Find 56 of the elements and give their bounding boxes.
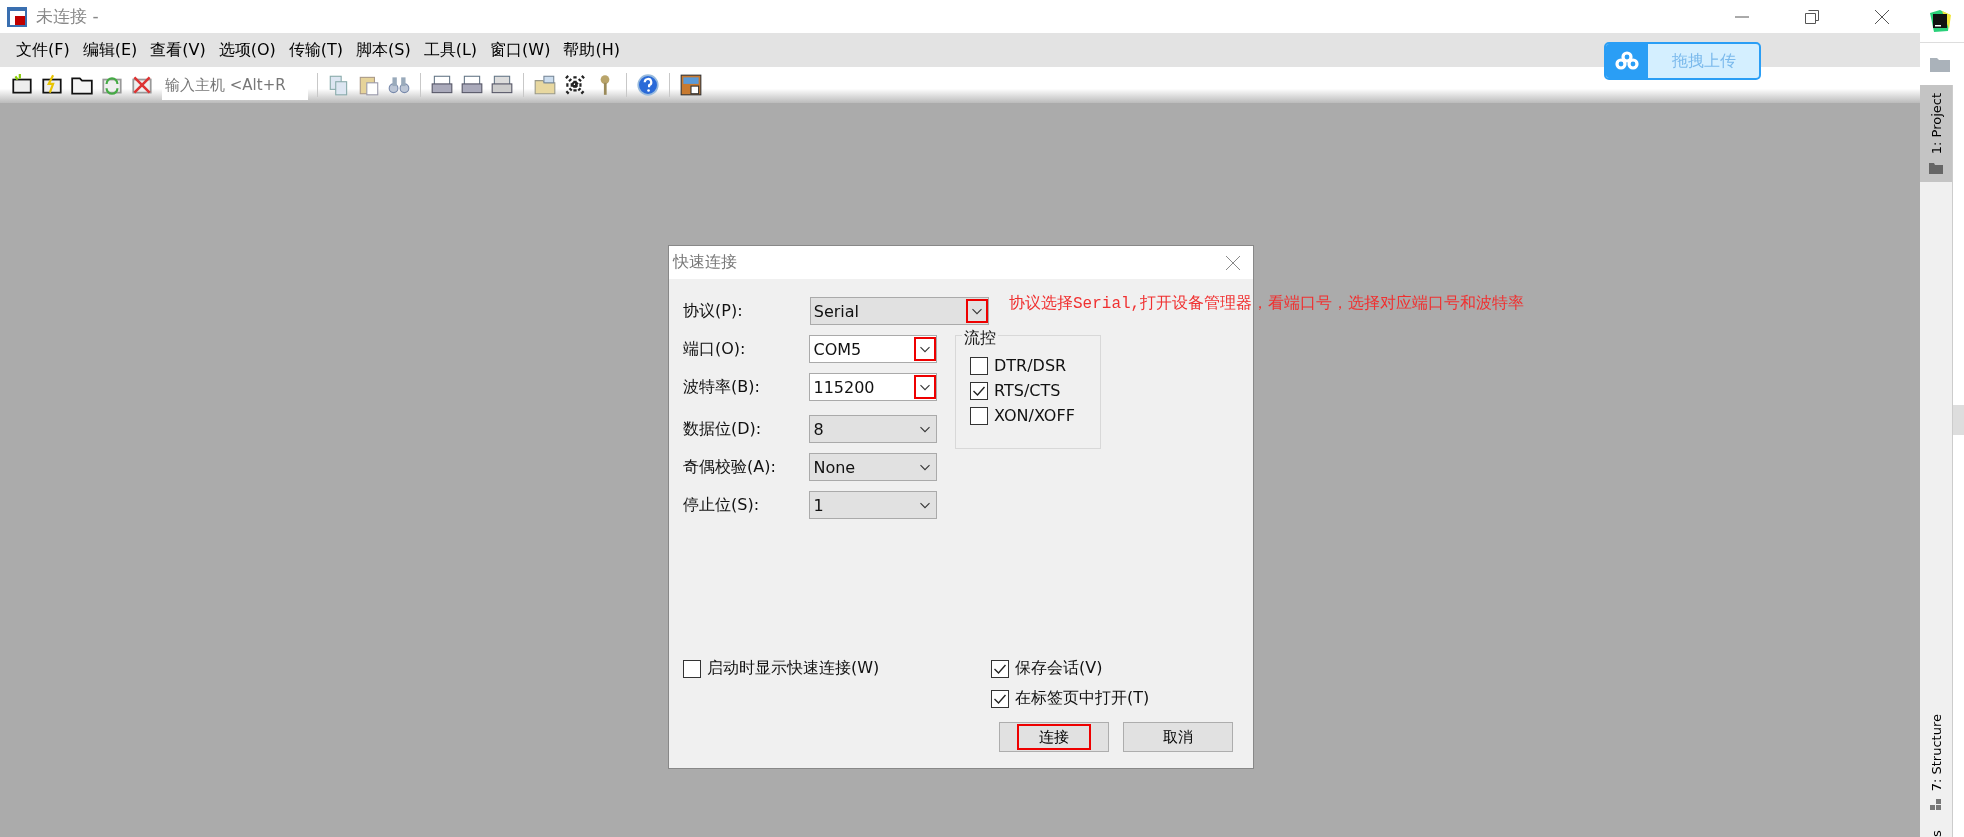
cloud-icon	[1615, 51, 1639, 71]
checkbox-label: XON/XOFF	[994, 406, 1075, 425]
side-tab[interactable]: 7: Structure	[1920, 705, 1952, 819]
checkbox[interactable]	[970, 381, 988, 400]
menu-item[interactable]: 选项(O)	[216, 39, 282, 61]
checkbox[interactable]	[970, 406, 988, 425]
side-tab[interactable]: 1: Project	[1920, 85, 1952, 183]
checkbox-label: 启动时显示快速连接(W)	[707, 658, 880, 679]
folder-icon	[1929, 162, 1943, 175]
close-icon[interactable]	[1225, 254, 1241, 271]
dropdown-field[interactable]: 8	[809, 415, 937, 443]
app-logo-icon[interactable]	[1928, 9, 1952, 33]
annotation-text: 协议选择Serial,打开设备管理器，看端口号，选择对应端口号和波特率	[1009, 293, 1525, 314]
dropdown-field[interactable]: 1	[809, 491, 937, 519]
dropdown-field[interactable]: None	[809, 453, 937, 481]
field-label: 协议(P):	[683, 300, 744, 322]
dialog-button[interactable]: 取消	[1123, 722, 1233, 752]
side-tab[interactable]: s	[1928, 823, 1944, 837]
chevron-icon[interactable]	[914, 375, 936, 399]
group-title: 流控	[962, 328, 998, 349]
menu-item[interactable]: 传输(T)	[286, 39, 350, 61]
menu-item[interactable]: 帮助(H)	[561, 39, 626, 61]
menu-item[interactable]: 脚本(S)	[354, 39, 417, 61]
chevron-icon[interactable]	[914, 337, 936, 361]
checkbox-label: 保存会话(V)	[1015, 658, 1103, 679]
field-label: 停止位(S):	[683, 494, 761, 516]
menu-item[interactable]: 窗口(W)	[488, 39, 557, 61]
checkbox[interactable]	[991, 659, 1009, 678]
checkbox-label: DTR/DSR	[994, 356, 1067, 375]
field-label: 波特率(B):	[683, 376, 761, 398]
dropdown-field[interactable]: 115200	[809, 373, 937, 401]
lightning-icon[interactable]	[40, 73, 64, 97]
chevron-icon[interactable]	[966, 299, 988, 323]
menu-item[interactable]: 编辑(E)	[80, 39, 144, 61]
dropdown-field[interactable]: Serial	[809, 297, 989, 325]
app-icon	[6, 5, 28, 28]
dropdown-field[interactable]: COM5	[809, 335, 937, 363]
checkbox[interactable]	[970, 356, 988, 375]
scroll-thumb[interactable]	[1953, 405, 1964, 435]
checkbox-label: RTS/CTS	[994, 381, 1061, 400]
field-label: 数据位(D):	[683, 418, 763, 440]
window-title: 未连接 -	[36, 5, 99, 28]
checkbox[interactable]	[991, 689, 1009, 708]
menu-item[interactable]: 查看(V)	[148, 39, 212, 61]
dialog-title: 快速连接	[673, 252, 737, 273]
structure-icon	[1930, 799, 1942, 811]
field-label: 端口(O):	[683, 338, 747, 360]
field-label: 奇偶校验(A):	[683, 456, 777, 478]
close-icon[interactable]	[1874, 8, 1890, 25]
restore-icon[interactable]	[1804, 8, 1820, 25]
dialog-button[interactable]: 连接	[999, 722, 1109, 752]
menu-item[interactable]: 工具(L)	[421, 39, 484, 61]
checkbox[interactable]	[683, 659, 701, 678]
menu-item[interactable]: 文件(F)	[14, 39, 76, 61]
help-icon[interactable]	[636, 73, 660, 97]
checkbox-label: 在标签页中打开(T)	[1015, 688, 1150, 709]
